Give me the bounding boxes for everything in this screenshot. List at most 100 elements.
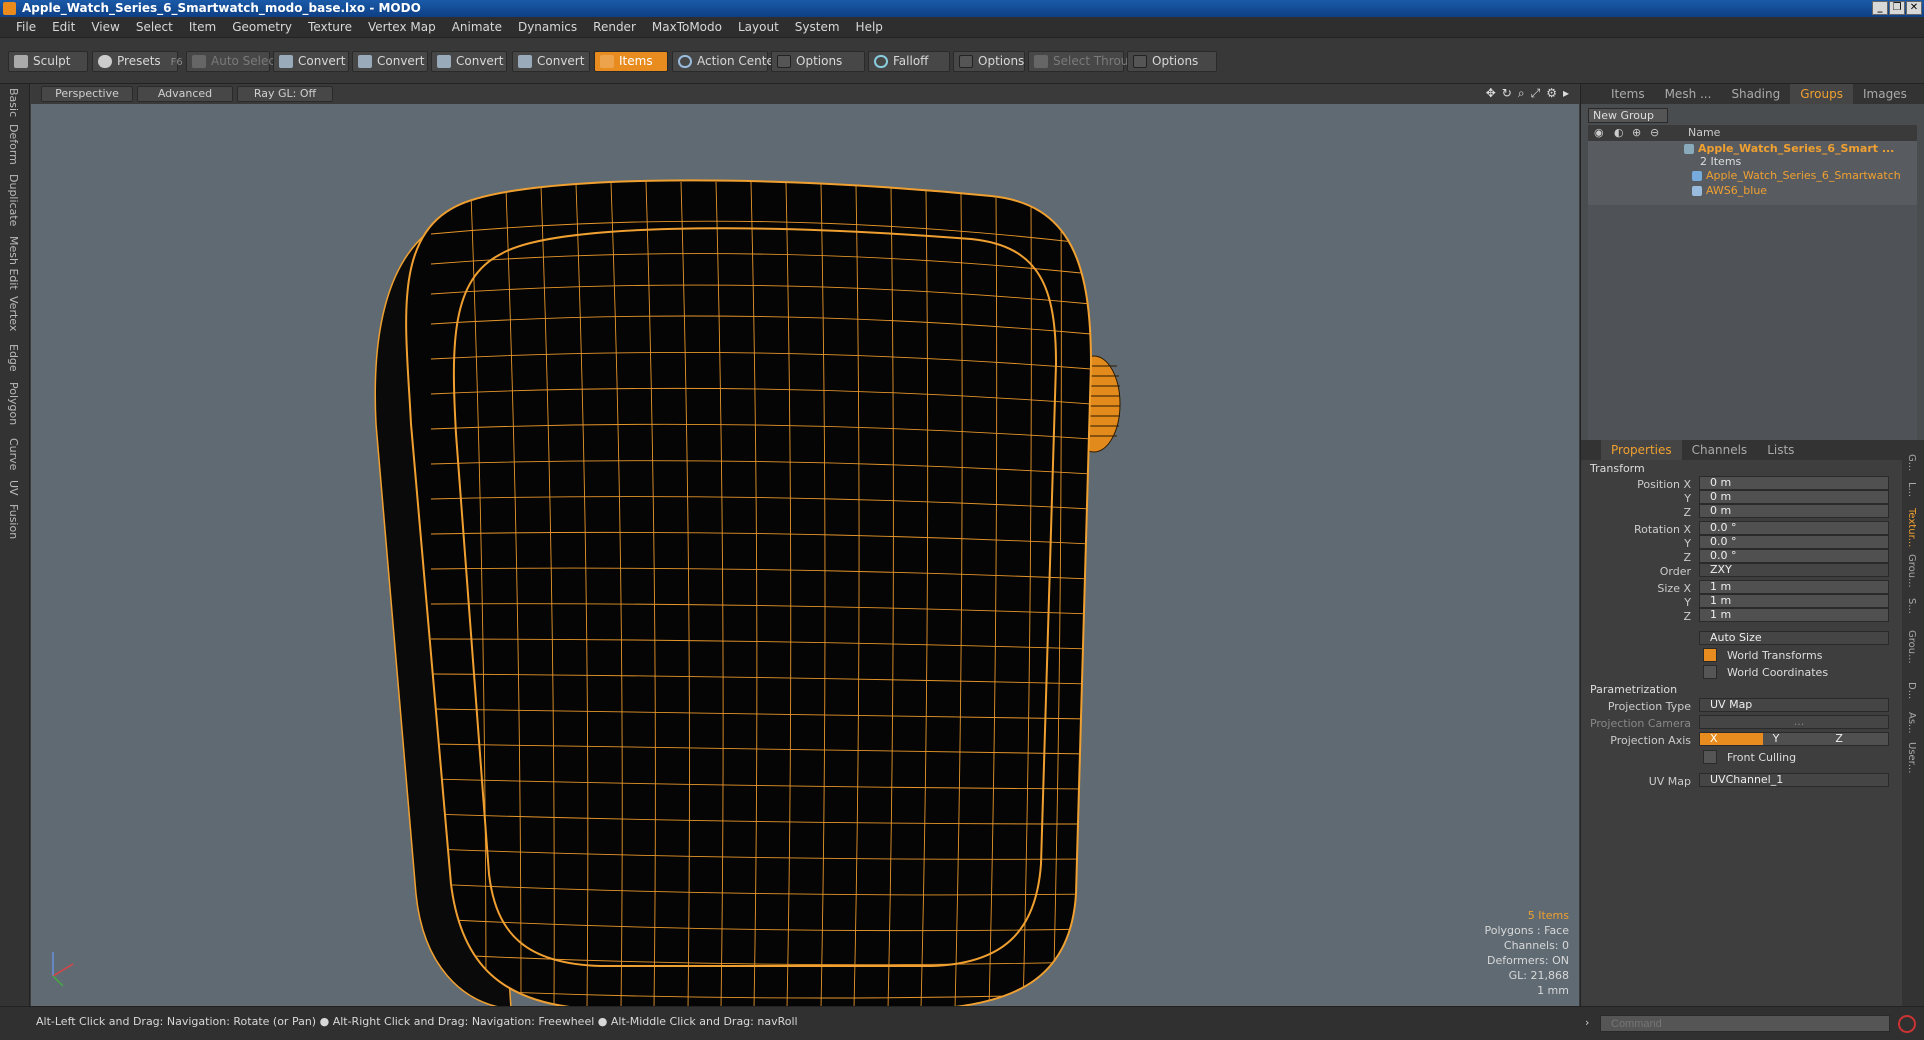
uv-map-dropdown[interactable]: UVChannel_1 xyxy=(1699,773,1889,787)
rotation-y-field[interactable]: 0.0 ° xyxy=(1699,535,1889,549)
select-through-options-button[interactable]: Options xyxy=(1127,51,1217,72)
projection-camera-dropdown[interactable]: ... xyxy=(1699,715,1889,729)
side-tab-user[interactable]: User... xyxy=(1906,742,1917,773)
menu-dynamics[interactable]: Dynamics xyxy=(510,17,585,38)
tree-item-mesh[interactable]: Apple_Watch_Series_6_Smartwatch xyxy=(1588,168,1917,184)
position-x-field[interactable]: 0 m xyxy=(1699,476,1889,490)
size-y-field[interactable]: 1 m xyxy=(1699,594,1889,608)
tab-deform[interactable]: Deform xyxy=(7,124,20,165)
action-center-options-button[interactable]: Options xyxy=(771,51,865,72)
tab-edge[interactable]: Edge xyxy=(7,344,20,372)
tab-mesh[interactable]: Mesh ... xyxy=(1655,84,1722,104)
tab-basic[interactable]: Basic xyxy=(7,88,20,117)
axis-z-option[interactable]: Z xyxy=(1825,733,1889,745)
maximize-viewport-icon[interactable]: ⤢ xyxy=(1531,86,1541,101)
side-tab-texture[interactable]: Textur... xyxy=(1906,508,1917,547)
world-coordinates-checkbox[interactable] xyxy=(1703,665,1717,679)
tab-images[interactable]: Images xyxy=(1853,84,1917,104)
command-input[interactable] xyxy=(1600,1015,1890,1032)
convert-materials-button[interactable]: Convert xyxy=(512,51,590,72)
world-transforms-checkbox[interactable] xyxy=(1703,648,1717,662)
items-mode-button[interactable]: Items xyxy=(594,51,668,72)
3d-viewport[interactable]: Perspective Advanced Ray GL: Off ✥ ↻ ⌕ ⤢… xyxy=(31,84,1579,1006)
position-z-field[interactable]: 0 m xyxy=(1699,504,1889,518)
minimize-button[interactable]: _ xyxy=(1872,1,1888,15)
side-tab-2[interactable]: L... xyxy=(1906,482,1917,497)
falloff-options-button[interactable]: Options xyxy=(953,51,1025,72)
menu-animate[interactable]: Animate xyxy=(444,17,510,38)
tab-channels[interactable]: Channels xyxy=(1682,440,1758,460)
convert-vertices-button[interactable]: Convert xyxy=(273,51,349,72)
side-tab-groups-2[interactable]: Grou... xyxy=(1906,630,1917,664)
close-button[interactable]: ✕ xyxy=(1906,1,1922,15)
order-dropdown[interactable]: ZXY xyxy=(1699,563,1889,577)
tab-items[interactable]: Items xyxy=(1601,84,1655,104)
menu-edit[interactable]: Edit xyxy=(44,17,83,38)
tab-shading[interactable]: Shading xyxy=(1721,84,1790,104)
axis-y-option[interactable]: Y xyxy=(1762,733,1826,745)
tab-duplicate[interactable]: Duplicate xyxy=(7,174,20,226)
menu-system[interactable]: System xyxy=(787,17,848,38)
raygl-toggle[interactable]: Ray GL: Off xyxy=(237,86,333,102)
tab-polygon[interactable]: Polygon xyxy=(7,382,20,425)
record-macro-icon[interactable] xyxy=(1898,1015,1916,1033)
new-group-button[interactable]: New Group xyxy=(1588,108,1668,123)
action-center-button[interactable]: Action Center xyxy=(672,51,779,72)
size-z-field[interactable]: 1 m xyxy=(1699,608,1889,622)
render-icon[interactable]: ◐ xyxy=(1614,125,1624,141)
transform-section[interactable]: Transform xyxy=(1590,462,1645,475)
tab-mesh-edit[interactable]: Mesh Edit xyxy=(7,236,20,290)
presets-button[interactable]: Presets F6 xyxy=(92,51,183,72)
menu-vertex-map[interactable]: Vertex Map xyxy=(360,17,444,38)
menu-layout[interactable]: Layout xyxy=(730,17,787,38)
menu-item[interactable]: Item xyxy=(181,17,224,38)
viewport-settings-gear-icon[interactable]: ⚙ xyxy=(1546,86,1557,101)
menu-texture[interactable]: Texture xyxy=(300,17,360,38)
pan-icon[interactable]: ✥ xyxy=(1486,86,1496,101)
tree-item-material[interactable]: AWS6_blue xyxy=(1588,183,1917,199)
view-type-dropdown[interactable]: Perspective xyxy=(41,86,133,102)
auto-select-button[interactable]: Auto Select xyxy=(186,51,280,72)
parametrization-section[interactable]: Parametrization xyxy=(1590,683,1677,696)
tab-vertex[interactable]: Vertex xyxy=(7,296,20,331)
menu-view[interactable]: View xyxy=(83,17,127,38)
projection-type-dropdown[interactable]: UV Map xyxy=(1699,698,1889,712)
sculpt-button[interactable]: Sculpt xyxy=(8,51,88,72)
side-tab-as[interactable]: As... xyxy=(1906,712,1917,734)
select-icon[interactable]: ⊖ xyxy=(1650,125,1659,141)
menu-render[interactable]: Render xyxy=(585,17,644,38)
axis-x-option[interactable]: X xyxy=(1700,733,1763,745)
select-through-button[interactable]: Select Through xyxy=(1028,51,1144,72)
menu-geometry[interactable]: Geometry xyxy=(224,17,300,38)
tab-groups[interactable]: Groups xyxy=(1790,84,1853,104)
tab-lists[interactable]: Lists xyxy=(1757,440,1804,460)
falloff-button[interactable]: Falloff xyxy=(868,51,950,72)
position-y-field[interactable]: 0 m xyxy=(1699,490,1889,504)
menu-select[interactable]: Select xyxy=(128,17,181,38)
side-tab-d[interactable]: D... xyxy=(1906,682,1917,699)
lock-icon[interactable]: ⊕ xyxy=(1632,125,1641,141)
size-x-field[interactable]: 1 m xyxy=(1699,580,1889,594)
front-culling-checkbox[interactable] xyxy=(1703,750,1717,764)
menu-help[interactable]: Help xyxy=(848,17,891,38)
convert-edges-button[interactable]: Convert xyxy=(352,51,428,72)
tab-curve[interactable]: Curve xyxy=(7,438,20,470)
tab-properties[interactable]: Properties xyxy=(1601,440,1682,460)
tab-uv[interactable]: UV xyxy=(7,480,20,496)
menu-maxtomodo[interactable]: MaxToModo xyxy=(644,17,730,38)
side-tab-s[interactable]: S... xyxy=(1906,598,1917,614)
rotate-icon[interactable]: ↻ xyxy=(1502,86,1512,101)
zoom-icon[interactable]: ⌕ xyxy=(1518,86,1525,101)
convert-polygons-button[interactable]: Convert xyxy=(431,51,507,72)
auto-size-button[interactable]: Auto Size xyxy=(1699,631,1889,645)
tab-fusion[interactable]: Fusion xyxy=(7,504,20,539)
tree-empty-area[interactable] xyxy=(1588,205,1917,452)
side-tab-1[interactable]: G... xyxy=(1906,454,1917,471)
viewport-menu-arrow-icon[interactable]: ▸ xyxy=(1563,86,1569,101)
maximize-button[interactable]: ❐ xyxy=(1889,1,1905,15)
visibility-eye-icon[interactable]: ◉ xyxy=(1594,125,1604,141)
side-tab-groups[interactable]: Grou... xyxy=(1906,554,1917,588)
rotation-x-field[interactable]: 0.0 ° xyxy=(1699,521,1889,535)
menu-file[interactable]: File xyxy=(8,17,44,38)
shading-dropdown[interactable]: Advanced xyxy=(137,86,233,102)
